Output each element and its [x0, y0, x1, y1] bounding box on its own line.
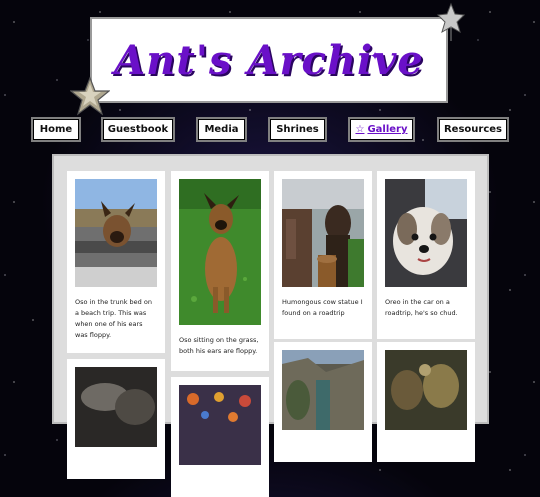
photo-caption: Oso in the trunk bed on a beach trip. Th…: [75, 298, 152, 339]
nav-label: Shrines: [276, 124, 319, 135]
nav-media[interactable]: Media: [196, 117, 247, 142]
nav-guestbook[interactable]: Guestbook: [101, 117, 175, 142]
nav-home[interactable]: Home: [31, 117, 81, 142]
gallery-photo[interactable]: [179, 179, 261, 325]
nav-label: Home: [39, 124, 73, 135]
gallery-panel: Oso in the trunk bed on a beach trip. Th…: [52, 154, 489, 497]
gallery-photo[interactable]: [75, 179, 157, 287]
gallery-photo[interactable]: [282, 179, 364, 287]
gallery-card[interactable]: Oso in the trunk bed on a beach trip. Th…: [67, 171, 165, 353]
gallery-photo[interactable]: [282, 350, 364, 430]
gallery-card[interactable]: Humongous cow statue I found on a roadtr…: [274, 171, 372, 339]
gallery-card[interactable]: [67, 359, 165, 479]
gallery-card[interactable]: Oreo in the car on a roadtrip, he's so c…: [377, 171, 475, 339]
photo-caption: Oreo in the car on a roadtrip, he's so c…: [385, 298, 458, 317]
nav-label: Guestbook: [107, 124, 169, 135]
silver-star-icon: [437, 2, 465, 41]
gallery-card[interactable]: [377, 342, 475, 462]
site-header: Ant's Archive ✦: [90, 17, 448, 103]
photo-caption: Oso sitting on the grass, both his ears …: [179, 336, 259, 355]
nav-shrines[interactable]: Shrines: [268, 117, 327, 142]
nav-gallery[interactable]: ☆ Gallery: [348, 117, 415, 142]
gallery-photo[interactable]: [179, 385, 261, 465]
gallery-photo[interactable]: [385, 179, 467, 287]
gallery-photo[interactable]: [75, 367, 157, 447]
gallery-card[interactable]: [274, 342, 372, 462]
gallery-photo[interactable]: [385, 350, 467, 430]
photo-caption: Humongous cow statue I found on a roadtr…: [282, 298, 363, 317]
nav-label: Resources: [443, 124, 503, 135]
gallery-card[interactable]: Oso sitting on the grass, both his ears …: [171, 171, 269, 371]
nav-label: Gallery: [367, 124, 408, 135]
nav-resources[interactable]: Resources: [437, 117, 509, 142]
nav-label: Media: [204, 124, 239, 135]
silver-star-icon: [70, 76, 110, 116]
star-icon: ☆: [355, 124, 365, 135]
sparkle-icon: ✦: [370, 49, 381, 63]
gallery-card[interactable]: [171, 377, 269, 497]
